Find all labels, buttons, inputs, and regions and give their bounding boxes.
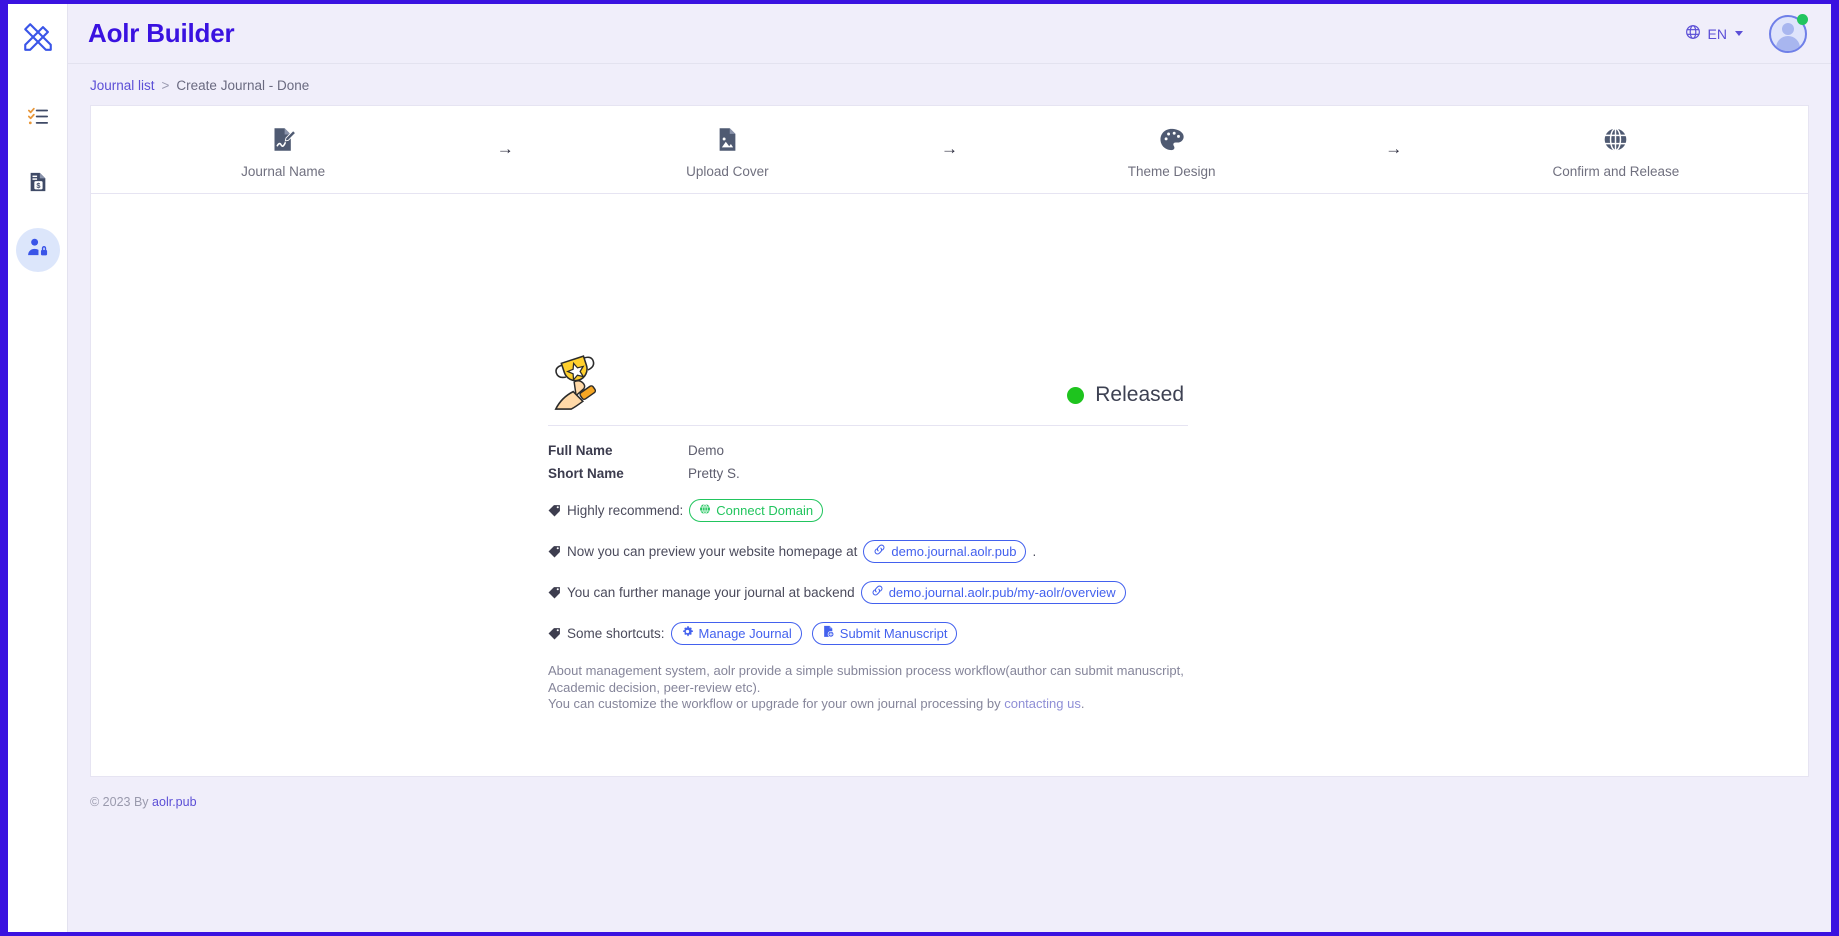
step-journal-name[interactable]: Journal Name bbox=[91, 124, 475, 179]
link-icon bbox=[873, 543, 886, 560]
detail-row-short-name: Short Name Pretty S. bbox=[548, 466, 1188, 481]
step-label: Upload Cover bbox=[686, 164, 769, 179]
arrow-right-icon: → bbox=[496, 139, 514, 158]
note-connect-domain: Highly recommend: Connect Domain bbox=[548, 499, 1188, 522]
pill-label: demo.journal.aolr.pub bbox=[891, 544, 1017, 559]
image-file-icon bbox=[714, 124, 741, 154]
step-arrow-1: → bbox=[475, 124, 535, 159]
app-title: Aolr Builder bbox=[88, 18, 235, 48]
detail-value: Demo bbox=[688, 443, 725, 458]
sidebar: $ bbox=[8, 4, 68, 932]
connect-domain-button[interactable]: Connect Domain bbox=[689, 499, 824, 522]
main-column: Aolr Builder EN Journal list > Create Jo… bbox=[68, 4, 1831, 932]
manage-journal-button[interactable]: Manage Journal bbox=[670, 622, 802, 645]
result-header: Released bbox=[548, 349, 1188, 426]
chevron-down-icon bbox=[1735, 31, 1743, 36]
top-bar-actions: EN bbox=[1685, 13, 1808, 53]
pill-label: Manage Journal bbox=[698, 626, 792, 641]
breadcrumb: Journal list > Create Journal - Done bbox=[68, 64, 1831, 105]
globe-grid-icon bbox=[1602, 124, 1629, 154]
trophy-hand-icon bbox=[548, 349, 610, 411]
arrow-right-icon: → bbox=[1385, 139, 1403, 158]
invoice-dollar-icon: $ bbox=[27, 171, 49, 198]
note-text: Now you can preview your website homepag… bbox=[567, 544, 858, 559]
note-text: Highly recommend: bbox=[567, 503, 684, 518]
tag-icon bbox=[548, 627, 561, 640]
homepage-link-button[interactable]: demo.journal.aolr.pub bbox=[863, 540, 1027, 563]
avatar-head bbox=[1782, 22, 1794, 35]
avatar[interactable] bbox=[1769, 13, 1808, 53]
step-label: Theme Design bbox=[1127, 164, 1216, 179]
submit-manuscript-button[interactable]: Submit Manuscript bbox=[811, 622, 958, 645]
detail-key: Short Name bbox=[548, 466, 624, 481]
note-backend-link: You can further manage your journal at b… bbox=[548, 581, 1188, 604]
wizard-card: Journal Name → Upload Cover → Theme Desi… bbox=[90, 105, 1809, 777]
note-suffix: . bbox=[1032, 544, 1037, 559]
pill-label: demo.journal.aolr.pub/my-aolr/overview bbox=[888, 585, 1116, 600]
tag-icon bbox=[548, 545, 561, 558]
result-panel: Released Full Name Demo Short Name Prett… bbox=[548, 349, 1188, 713]
avatar-body bbox=[1776, 35, 1800, 51]
about-line-3: You can customize the workflow or upgrad… bbox=[548, 696, 1188, 712]
online-status-dot bbox=[1797, 13, 1808, 25]
link-icon bbox=[871, 584, 884, 601]
note-preview-homepage: Now you can preview your website homepag… bbox=[548, 540, 1188, 563]
tag-icon bbox=[548, 504, 561, 517]
step-label: Journal Name bbox=[241, 164, 326, 179]
arrow-right-icon: → bbox=[941, 139, 958, 158]
wizard-stepper: Journal Name → Upload Cover → Theme Desi… bbox=[91, 106, 1808, 194]
palette-icon bbox=[1158, 124, 1185, 154]
breadcrumb-current: Create Journal - Done bbox=[176, 78, 310, 93]
user-lock-icon bbox=[26, 236, 49, 264]
top-bar: Aolr Builder EN bbox=[68, 4, 1831, 64]
about-line-1: About management system, aolr provide a … bbox=[548, 663, 1184, 678]
breadcrumb-link-journal-list[interactable]: Journal list bbox=[90, 78, 155, 93]
step-arrow-3: → bbox=[1364, 124, 1424, 159]
checklist-icon bbox=[27, 105, 49, 132]
about-text: About management system, aolr provide a … bbox=[548, 663, 1188, 712]
svg-text:$: $ bbox=[36, 180, 40, 189]
status-badge: Released bbox=[1067, 383, 1188, 411]
about-line-3-prefix: You can customize the workflow or upgrad… bbox=[548, 696, 1005, 712]
note-shortcuts: Some shortcuts: Manage Journal Submit Ma… bbox=[548, 622, 1188, 645]
document-edit-icon bbox=[270, 124, 297, 154]
about-line-2: Academic decision, peer-review etc). bbox=[548, 679, 761, 695]
about-line-3-suffix: . bbox=[1080, 696, 1085, 712]
tag-icon bbox=[548, 586, 561, 599]
detail-row-full-name: Full Name Demo bbox=[548, 443, 1188, 458]
language-selector[interactable]: EN bbox=[1685, 24, 1743, 43]
gear-icon bbox=[681, 625, 694, 642]
breadcrumb-separator: > bbox=[161, 78, 170, 93]
notes-list: Highly recommend: Connect Domain Now you… bbox=[548, 499, 1188, 645]
card-body: Released Full Name Demo Short Name Prett… bbox=[91, 194, 1808, 776]
contact-us-link[interactable]: contacting us bbox=[1004, 696, 1081, 711]
step-label: Confirm and Release bbox=[1552, 164, 1680, 179]
file-plus-icon bbox=[822, 625, 835, 642]
status-label: Released bbox=[1095, 383, 1184, 406]
globe-icon bbox=[1685, 24, 1701, 43]
step-arrow-2: → bbox=[920, 124, 980, 159]
detail-key: Full Name bbox=[548, 443, 613, 458]
pill-label: Connect Domain bbox=[716, 503, 814, 518]
footer-link-aolr[interactable]: aolr.pub bbox=[152, 795, 196, 809]
sidebar-item-journal-list[interactable] bbox=[16, 96, 60, 140]
journal-details: Full Name Demo Short Name Pretty S. bbox=[548, 443, 1188, 481]
backend-link-button[interactable]: demo.journal.aolr.pub/my-aolr/overview bbox=[860, 581, 1126, 604]
detail-value: Pretty S. bbox=[688, 466, 740, 481]
note-text: You can further manage your journal at b… bbox=[567, 585, 855, 600]
status-dot bbox=[1067, 386, 1085, 404]
crossed-tools-icon bbox=[21, 20, 55, 59]
sidebar-item-account[interactable] bbox=[15, 228, 60, 272]
sidebar-item-billing[interactable]: $ bbox=[16, 162, 60, 206]
footer: © 2023 By aolr.pub bbox=[68, 777, 1831, 932]
step-theme-design[interactable]: Theme Design bbox=[980, 124, 1364, 179]
language-label: EN bbox=[1707, 25, 1727, 42]
note-text: Some shortcuts: bbox=[567, 626, 665, 641]
step-confirm-and-release[interactable]: Confirm and Release bbox=[1424, 124, 1808, 179]
app-logo[interactable] bbox=[15, 16, 61, 62]
globe-icon bbox=[699, 502, 711, 519]
pill-label: Submit Manuscript bbox=[839, 626, 948, 641]
footer-copyright: © 2023 By bbox=[90, 795, 149, 809]
step-upload-cover[interactable]: Upload Cover bbox=[535, 124, 919, 179]
